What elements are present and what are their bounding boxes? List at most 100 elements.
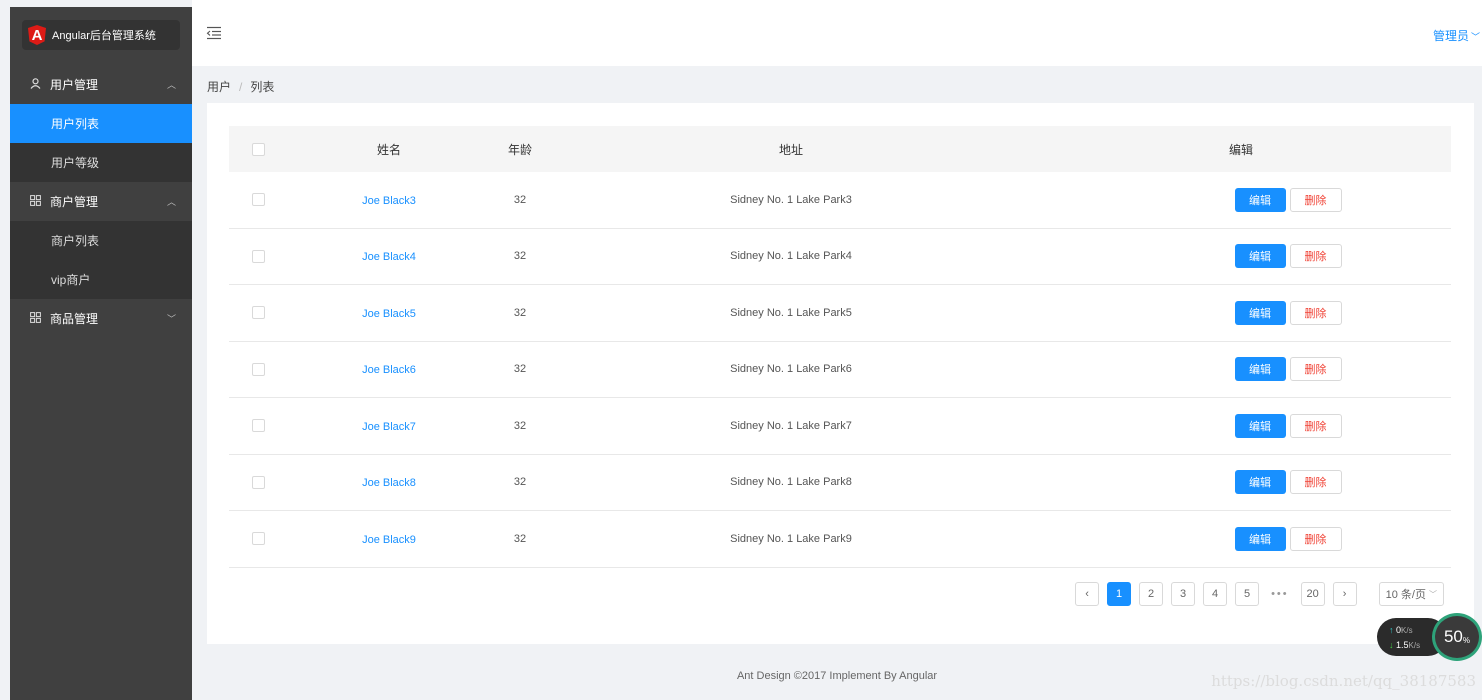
table-header: 姓名 年龄 地址 编辑 [229, 126, 1451, 172]
user-age: 32 [513, 193, 527, 206]
user-age: 32 [513, 419, 527, 432]
user-table: 姓名 年龄 地址 编辑 Joe Black3 32 Sidney No. 1 L… [229, 126, 1451, 568]
delete-button[interactable]: 删除 [1289, 413, 1342, 438]
delete-button[interactable]: 删除 [1289, 526, 1342, 551]
table-row: Joe Black9 32 Sidney No. 1 Lake Park9 编辑… [229, 511, 1451, 568]
row-checkbox[interactable] [251, 475, 265, 489]
page-button-20[interactable]: 20 [1300, 582, 1325, 606]
upload-arrow-icon: ↑ [1389, 625, 1394, 635]
admin-dropdown[interactable]: 管理员 ﹀ [1433, 27, 1480, 44]
usage-gauge: 50% [1432, 613, 1482, 661]
sidebar-item-vip-merchant[interactable]: vip商户 [10, 260, 192, 299]
column-header-address: 地址 [778, 142, 803, 157]
chevron-up-icon: ︿ [166, 197, 176, 207]
chevron-down-icon: ﹀ [166, 314, 176, 324]
download-speed: 1.5 [1396, 640, 1409, 650]
page-button-3[interactable]: 3 [1171, 582, 1196, 606]
angular-logo-icon: A [28, 25, 46, 45]
menu-group-label: 商品管理 [50, 312, 99, 326]
edit-button[interactable]: 编辑 [1234, 300, 1286, 325]
breadcrumb-item-user[interactable]: 用户 [207, 80, 231, 94]
user-name-link[interactable]: Joe Black9 [362, 534, 416, 546]
column-header-edit: 编辑 [1228, 142, 1253, 157]
delete-button[interactable]: 删除 [1289, 357, 1342, 382]
app-title: Angular后台管理系统 [52, 30, 156, 42]
edit-button[interactable]: 编辑 [1234, 470, 1286, 495]
user-address: Sidney No. 1 Lake Park3 [730, 193, 852, 206]
page-size-value: 10 条/页 [1385, 589, 1426, 601]
page-button-5[interactable]: 5 [1235, 582, 1260, 606]
select-all-checkbox[interactable] [251, 142, 265, 156]
breadcrumb-separator: / [239, 80, 243, 94]
app-logo[interactable]: A Angular后台管理系统 [22, 20, 180, 50]
user-address: Sidney No. 1 Lake Park4 [730, 250, 852, 263]
edit-button[interactable]: 编辑 [1234, 244, 1286, 269]
user-name-link[interactable]: Joe Black5 [362, 308, 416, 320]
menu-group-merchant-management[interactable]: 商户管理 ︿ [10, 182, 192, 221]
breadcrumb-item-list: 列表 [250, 80, 275, 94]
download-unit: K/s [1408, 641, 1421, 650]
page-button-2[interactable]: 2 [1139, 582, 1164, 606]
user-address: Sidney No. 1 Lake Park6 [730, 363, 852, 376]
user-name-link[interactable]: Joe Black7 [362, 421, 416, 433]
user-address: Sidney No. 1 Lake Park5 [730, 306, 852, 319]
user-address: Sidney No. 1 Lake Park9 [730, 532, 852, 545]
more-pages-icon[interactable]: ••• [1267, 582, 1293, 606]
download-arrow-icon: ↓ [1389, 640, 1394, 650]
pagination: ‹ 1 2 3 4 5 ••• 20 › 10 条/页 ﹀ [1075, 582, 1444, 606]
user-name-link[interactable]: Joe Black4 [362, 251, 416, 263]
column-header-age: 年龄 [507, 142, 532, 157]
row-checkbox[interactable] [251, 532, 265, 546]
chevron-down-icon: ﹀ [1470, 32, 1480, 42]
row-checkbox[interactable] [251, 193, 265, 207]
user-age: 32 [513, 363, 527, 376]
user-icon [30, 77, 44, 92]
sidebar-item-user-list[interactable]: 用户列表 [10, 104, 192, 143]
prev-page-button[interactable]: ‹ [1075, 582, 1100, 606]
user-age: 32 [513, 306, 527, 319]
upload-unit: K/s [1401, 626, 1413, 635]
breadcrumb: 用户 / 列表 [207, 78, 274, 95]
page-size-select[interactable]: 10 条/页 ﹀ [1378, 582, 1444, 606]
table-row: Joe Black6 32 Sidney No. 1 Lake Park6 编辑… [229, 342, 1451, 398]
delete-button[interactable]: 删除 [1289, 187, 1342, 212]
usage-percent: 50 [1443, 627, 1463, 646]
edit-button[interactable]: 编辑 [1234, 526, 1286, 551]
chevron-up-icon: ︿ [166, 80, 176, 90]
page-button-1[interactable]: 1 [1107, 582, 1132, 606]
user-address: Sidney No. 1 Lake Park7 [730, 419, 852, 432]
chevron-down-icon: ﹀ [1429, 589, 1437, 599]
network-monitor-widget[interactable]: ↑ 0K/s ↓ 1.5K/s 50% [1377, 613, 1482, 661]
row-checkbox[interactable] [251, 362, 265, 376]
sidebar-menu: 用户管理 ︿ 用户列表 用户等级 商户管理 ︿ 商户列表 vip商户 商品管理 … [10, 65, 192, 338]
table-row: Joe Black3 32 Sidney No. 1 Lake Park3 编辑… [229, 172, 1451, 229]
edit-button[interactable]: 编辑 [1234, 187, 1286, 212]
sidebar-item-merchant-list[interactable]: 商户列表 [10, 221, 192, 260]
percent-sign: % [1462, 635, 1471, 645]
shop-icon [30, 194, 44, 209]
row-checkbox[interactable] [251, 419, 265, 433]
delete-button[interactable]: 删除 [1289, 300, 1342, 325]
table-row: Joe Black7 32 Sidney No. 1 Lake Park7 编辑… [229, 398, 1451, 455]
menu-group-label: 商户管理 [50, 195, 99, 209]
delete-button[interactable]: 删除 [1289, 244, 1342, 269]
table-row: Joe Black5 32 Sidney No. 1 Lake Park5 编辑… [229, 285, 1451, 342]
menu-group-user-management[interactable]: 用户管理 ︿ [10, 65, 192, 104]
user-name-link[interactable]: Joe Black6 [362, 364, 416, 376]
edit-button[interactable]: 编辑 [1234, 413, 1286, 438]
sidebar-item-user-level[interactable]: 用户等级 [10, 143, 192, 182]
user-name-link[interactable]: Joe Black3 [362, 195, 416, 207]
watermark: https://blog.csdn.net/qq_38187583 [1211, 672, 1476, 690]
menu-fold-icon[interactable] [206, 26, 222, 42]
row-checkbox[interactable] [251, 306, 265, 320]
sidebar: A Angular后台管理系统 用户管理 ︿ 用户列表 用户等级 商户管理 ︿ … [10, 7, 192, 700]
row-checkbox[interactable] [251, 249, 265, 263]
user-name-link[interactable]: Joe Black8 [362, 477, 416, 489]
delete-button[interactable]: 删除 [1289, 470, 1342, 495]
table-row: Joe Black4 32 Sidney No. 1 Lake Park4 编辑… [229, 229, 1451, 285]
edit-button[interactable]: 编辑 [1234, 357, 1286, 382]
top-header: 管理员 ﹀ [192, 0, 1482, 66]
page-button-4[interactable]: 4 [1203, 582, 1228, 606]
menu-group-goods-management[interactable]: 商品管理 ﹀ [10, 299, 192, 338]
next-page-button[interactable]: › [1332, 582, 1357, 606]
